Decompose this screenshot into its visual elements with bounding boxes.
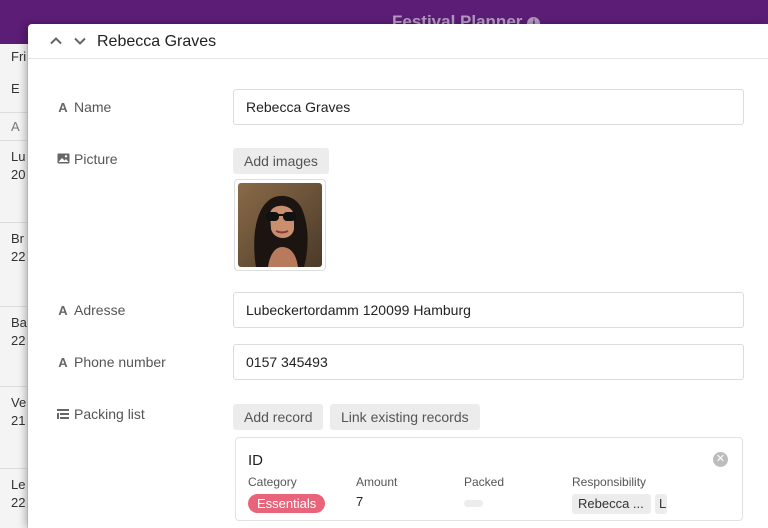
bg-divider (0, 468, 27, 469)
bg-toolbar-text: E (11, 81, 20, 96)
responsibility-chip: Rebecca ... (572, 494, 651, 514)
add-record-button[interactable]: Add record (233, 404, 324, 430)
bg-divider (0, 222, 27, 223)
responsibility-header: Responsibility (572, 475, 647, 489)
bg-cell: Ba (11, 315, 27, 330)
name-label-text: Name (74, 99, 112, 115)
picture-label-text: Picture (74, 151, 118, 167)
chevron-up-icon[interactable] (48, 34, 64, 50)
picture-thumbnail[interactable] (234, 179, 326, 271)
name-label: A Name (56, 99, 111, 115)
list-icon (56, 407, 70, 422)
picture-label: Picture (56, 151, 118, 167)
bg-cell: 22 (11, 333, 26, 348)
packing-list-label: Packing list (56, 406, 145, 422)
amount-header: Amount (356, 475, 398, 489)
name-field[interactable]: Rebecca Graves (233, 89, 744, 125)
text-icon: A (58, 355, 68, 370)
packing-list-label-text: Packing list (74, 406, 145, 422)
bg-cell: Le (11, 477, 26, 492)
bg-cell: Lu (11, 149, 26, 164)
text-icon: A (58, 100, 68, 115)
bg-divider (0, 306, 27, 307)
phone-label-text: Phone number (74, 354, 166, 370)
amount-value: 7 (356, 494, 364, 509)
address-label: A Adresse (56, 302, 125, 318)
packed-header: Packed (464, 475, 505, 489)
background-table: Fri E A Lu 20 Br 22 Ba 22 Ve 21 Le 22 (0, 44, 28, 528)
packed-checkbox[interactable] (464, 500, 483, 507)
bg-divider (0, 140, 27, 141)
portrait-image (238, 183, 322, 267)
category-tag: Essentials (248, 494, 326, 513)
bg-column-header: A (11, 119, 20, 134)
bg-toolbar-text: Fri (11, 49, 27, 64)
bg-cell: 21 (11, 413, 26, 428)
phone-label: A Phone number (56, 354, 166, 370)
bg-divider (0, 386, 27, 387)
category-header: Category (248, 475, 297, 489)
close-icon[interactable]: ✕ (713, 452, 728, 467)
modal-header: Rebecca Graves (28, 24, 768, 59)
bg-cell: 22 (11, 249, 26, 264)
record-modal: Rebecca Graves A Name Rebecca Graves Pict… (28, 24, 768, 528)
link-existing-records-button[interactable]: Link existing records (330, 404, 480, 430)
record-id: ID (248, 452, 263, 469)
bg-cell: Ve (11, 395, 27, 410)
address-label-text: Adresse (74, 302, 126, 318)
bg-cell: 22 (11, 495, 26, 510)
bg-divider (0, 112, 27, 113)
image-icon (56, 152, 70, 167)
chevron-down-icon[interactable] (72, 34, 88, 50)
add-images-button[interactable]: Add images (233, 148, 329, 174)
address-field[interactable]: Lubeckertordamm 120099 Hamburg (233, 292, 744, 328)
bg-cell: 20 (11, 167, 26, 182)
linked-record-card[interactable]: ID ✕ Category Amount Packed Responsibili… (235, 437, 743, 521)
record-title: Rebecca Graves (97, 33, 217, 50)
responsibility-chip: L (655, 494, 667, 514)
phone-field[interactable]: 0157 345493 (233, 344, 744, 380)
text-icon: A (58, 303, 68, 318)
bg-cell: Br (11, 231, 24, 246)
